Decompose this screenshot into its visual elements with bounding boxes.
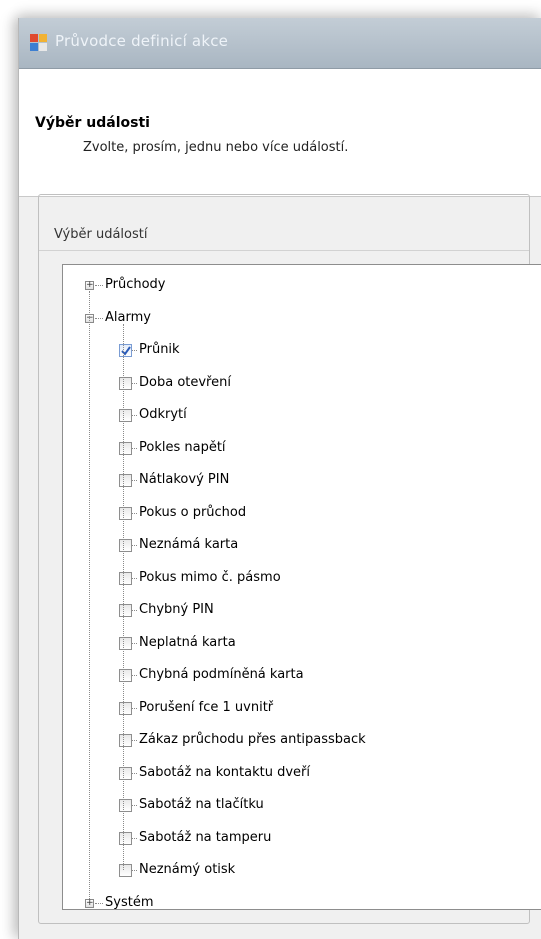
checkbox-icon[interactable] xyxy=(119,344,132,357)
alarm-item-label[interactable]: Pokles napětí xyxy=(139,440,226,455)
checkbox-icon[interactable] xyxy=(119,604,132,617)
tree-node-label[interactable]: Průchody xyxy=(105,277,165,292)
checkbox-icon[interactable] xyxy=(119,799,132,812)
wizard-header: Výběr události Zvolte, prosím, jednu neb… xyxy=(19,69,541,197)
alarm-item-label[interactable]: Sabotáž na kontaktu dveří xyxy=(139,765,310,780)
alarm-item-label[interactable]: Sabotáž na tlačítku xyxy=(139,797,264,812)
plus-expander-icon[interactable]: + xyxy=(85,898,94,908)
window-title: Průvodce definicí akce xyxy=(55,32,229,50)
alarm-item-label[interactable]: Pokus mimo č. pásmo xyxy=(139,570,281,585)
checkbox-icon[interactable] xyxy=(119,669,132,682)
wizard-app-icon xyxy=(30,34,47,51)
checkbox-icon[interactable] xyxy=(119,441,132,455)
checkbox-icon[interactable] xyxy=(119,701,132,715)
alarm-item-label[interactable]: Chybný PIN xyxy=(139,602,214,617)
checkbox-icon[interactable] xyxy=(119,409,132,422)
plus-expander-icon[interactable]: + xyxy=(85,281,94,290)
group-label: Výběr událostí xyxy=(54,227,148,242)
event-tree[interactable]: + Průchody − Alarmy Průnik Doba otevření Odkry… xyxy=(62,264,541,910)
alarm-item-label[interactable]: Odkrytí xyxy=(139,407,187,422)
page-subtitle: Zvolte, prosím, jednu nebo více událostí… xyxy=(83,140,349,155)
tree-connector xyxy=(95,317,103,319)
alarm-item-label[interactable]: Porušení fce 1 uvnitř xyxy=(139,700,273,715)
tree-node-label[interactable]: Alarmy xyxy=(105,310,151,325)
checkbox-icon[interactable] xyxy=(119,571,132,585)
alarm-item-label[interactable]: Nátlakový PIN xyxy=(139,472,229,487)
alarm-item-label[interactable]: Průnik xyxy=(139,342,180,357)
alarm-item-label[interactable]: Sabotáž na tamperu xyxy=(139,830,271,845)
checkbox-icon[interactable] xyxy=(119,506,132,520)
alarm-item-label[interactable]: Zákaz průchodu přes antipassback xyxy=(139,732,366,747)
title-bar[interactable]: Průvodce definicí akce xyxy=(19,18,541,69)
checkbox-icon[interactable] xyxy=(119,376,132,390)
checkbox-icon[interactable] xyxy=(119,474,132,487)
alarm-item-label[interactable]: Pokus o průchod xyxy=(139,505,246,520)
alarm-item-label[interactable]: Chybná podmíněná karta xyxy=(139,667,304,682)
tree-connector xyxy=(95,902,103,904)
group-divider xyxy=(39,250,529,251)
alarm-item-label[interactable]: Doba otevření xyxy=(139,375,231,390)
tree-connector xyxy=(95,285,103,286)
checkbox-icon[interactable] xyxy=(119,864,132,877)
tree-connector xyxy=(123,323,124,870)
alarm-item-label[interactable]: Neznámá karta xyxy=(139,537,238,552)
tree-node-label[interactable]: Systém xyxy=(105,895,153,910)
page-title: Výběr události xyxy=(35,115,150,131)
checkbox-icon[interactable] xyxy=(119,636,132,650)
checkbox-icon[interactable] xyxy=(119,766,132,780)
checkbox-icon[interactable] xyxy=(119,831,132,845)
checkbox-icon[interactable] xyxy=(119,539,132,552)
checkbox-icon[interactable] xyxy=(119,734,132,747)
alarm-item-label[interactable]: Neznámý otisk xyxy=(139,862,235,877)
alarm-item-label[interactable]: Neplatná karta xyxy=(139,635,236,650)
tree-connector xyxy=(89,291,90,899)
